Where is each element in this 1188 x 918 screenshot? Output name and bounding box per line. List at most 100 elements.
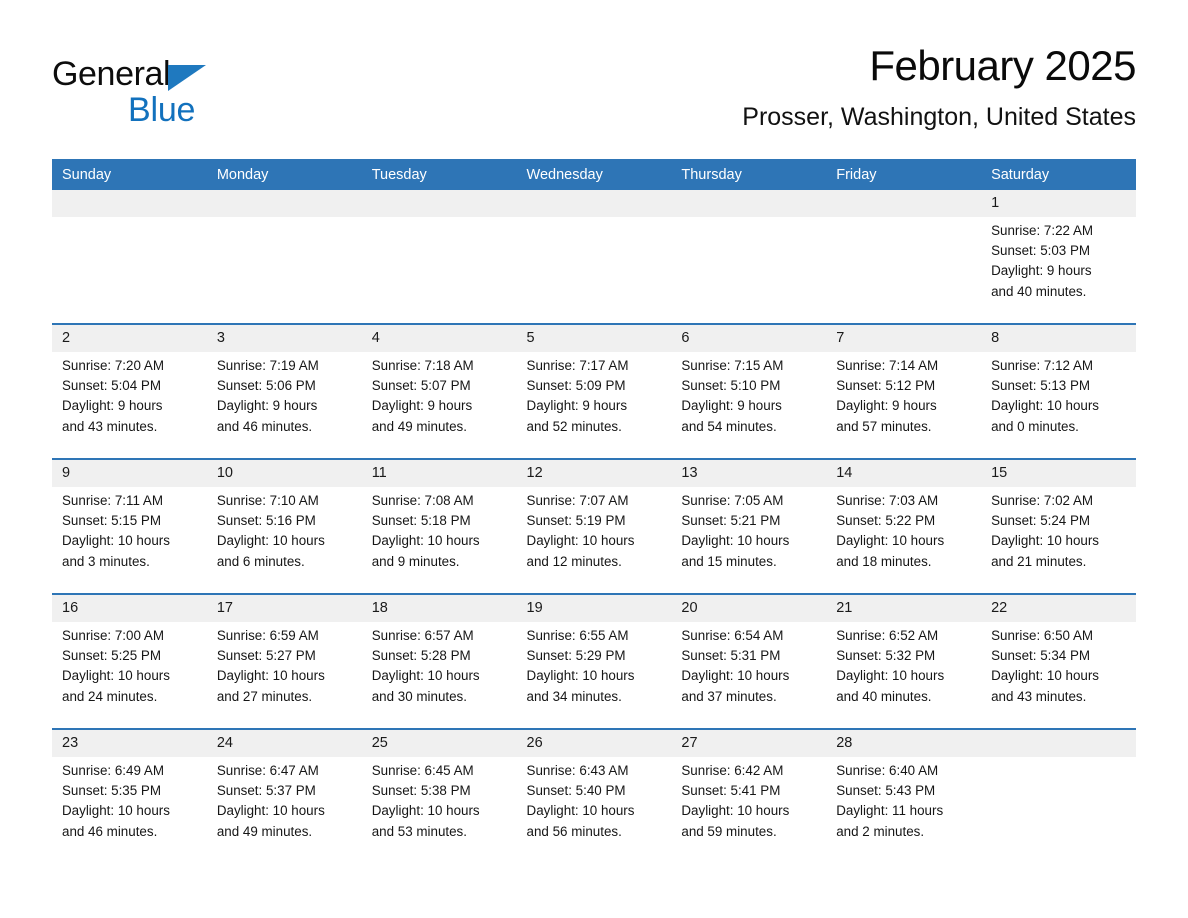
sunrise-text: Sunrise: 6:57 AM [371,628,474,643]
sunset-text: Sunset: 5:06 PM [216,378,316,394]
calendar-day-cell[interactable]: 3 Sunrise: 7:19 AM Sunset: 5:06 PM Daylight… [206,323,362,459]
day-number: 16 [52,595,207,622]
sunset-text: Sunset: 5:40 PM [526,783,626,799]
sunset-text: Sunset: 5:38 PM [371,783,471,799]
calendar-day-cell[interactable]: 6 Sunrise: 7:15 AM Sunset: 5:10 PM Daylight… [671,323,827,459]
calendar-day-cell[interactable]: 16 Sunrise: 7:00 AM Sunset: 5:25 PM Dayligh… [52,593,207,729]
daylight-text-line1: Daylight: 9 hours [836,398,937,414]
sunset-text: Sunset: 5:16 PM [216,513,316,529]
daylight-text-line1: Daylight: 10 hours [371,668,480,684]
calendar-day-cell[interactable]: 15 Sunrise: 7:02 AM Sunset: 5:24 PM Dayligh… [981,458,1136,594]
day-details: Sunrise: 7:20 AM Sunset: 5:04 PM Daylight:… [52,352,207,437]
calendar-day-cell[interactable]: 26 Sunrise: 6:43 AM Sunset: 5:40 PM Dayligh… [516,728,672,863]
daylight-text-line1: Daylight: 10 hours [216,668,325,684]
calendar-day-cell[interactable]: 14 Sunrise: 7:03 AM Sunset: 5:22 PM Dayligh… [826,458,982,594]
calendar-day-cell[interactable]: 21 Sunrise: 6:52 AM Sunset: 5:32 PM Dayligh… [826,593,982,729]
calendar-week-row: 9 Sunrise: 7:11 AM Sunset: 5:15 PM Daylight… [52,458,1136,594]
day-number [206,190,362,217]
daylight-text-line2: and 43 minutes. [62,418,158,434]
day-number: 8 [981,325,1136,352]
calendar-day-cell[interactable]: 24 Sunrise: 6:47 AM Sunset: 5:37 PM Dayligh… [206,728,362,863]
sunset-text: Sunset: 5:37 PM [216,783,316,799]
calendar-day-cell[interactable]: 4 Sunrise: 7:18 AM Sunset: 5:07 PM Daylight… [361,323,517,459]
sunset-text: Sunset: 5:35 PM [62,783,161,799]
day-details: Sunrise: 7:00 AM Sunset: 5:25 PM Daylight:… [52,622,207,707]
day-number: 12 [516,460,672,487]
day-details: Sunrise: 6:45 AM Sunset: 5:38 PM Daylight:… [362,757,517,842]
sunrise-text: Sunrise: 6:55 AM [526,628,629,643]
calendar-day-cell[interactable]: 2 Sunrise: 7:20 AM Sunset: 5:04 PM Daylight… [52,323,207,459]
daylight-text-line2: and 12 minutes. [526,553,622,569]
day-number: 21 [826,595,982,622]
daylight-text-line2: and 34 minutes. [526,688,622,704]
daylight-text-line2: and 43 minutes. [991,688,1087,704]
day-cell-inner: 9 Sunrise: 7:11 AM Sunset: 5:15 PM Daylight… [52,460,207,593]
day-number [361,190,517,217]
calendar-day-cell[interactable]: 12 Sunrise: 7:07 AM Sunset: 5:19 PM Dayligh… [516,458,672,594]
sunset-text: Sunset: 5:28 PM [371,648,471,664]
daylight-text-line1: Daylight: 10 hours [991,668,1099,684]
daylight-text-line2: and 56 minutes. [526,823,622,839]
daylight-text-line1: Daylight: 10 hours [371,533,480,549]
day-details: Sunrise: 6:50 AM Sunset: 5:34 PM Daylight:… [981,622,1136,707]
calendar-day-cell[interactable]: 7 Sunrise: 7:14 AM Sunset: 5:12 PM Daylight… [826,323,982,459]
day-cell-inner: 28 Sunrise: 6:40 AM Sunset: 5:43 PM Dayligh… [826,730,982,863]
calendar-day-cell[interactable]: 1 Sunrise: 7:22 AM Sunset: 5:03 PM Daylight… [981,190,1136,324]
day-cell-inner: 5 Sunrise: 7:17 AM Sunset: 5:09 PM Daylight… [516,325,672,458]
calendar-day-cell[interactable]: 28 Sunrise: 6:40 AM Sunset: 5:43 PM Dayligh… [826,728,982,863]
calendar-day-cell[interactable]: 17 Sunrise: 6:59 AM Sunset: 5:27 PM Dayligh… [206,593,362,729]
sunset-text: Sunset: 5:12 PM [836,378,936,394]
calendar-day-cell[interactable]: 13 Sunrise: 7:05 AM Sunset: 5:21 PM Dayligh… [671,458,827,594]
day-details: Sunrise: 7:11 AM Sunset: 5:15 PM Daylight:… [52,487,207,572]
sunrise-text: Sunrise: 7:14 AM [836,358,939,373]
sunrise-text: Sunrise: 7:17 AM [526,358,629,373]
sunset-text: Sunset: 5:03 PM [991,243,1091,259]
day-number: 5 [516,325,672,352]
daylight-text-line1: Daylight: 10 hours [991,533,1099,549]
daylight-text-line2: and 3 minutes. [62,553,150,569]
day-details: Sunrise: 6:55 AM Sunset: 5:29 PM Daylight:… [517,622,672,707]
calendar-day-cell[interactable]: 9 Sunrise: 7:11 AM Sunset: 5:15 PM Daylight… [52,458,207,594]
sunrise-text: Sunrise: 7:18 AM [371,358,474,373]
calendar-day-cell-empty [826,190,982,324]
daylight-text-line2: and 46 minutes. [216,418,313,434]
day-details: Sunrise: 7:22 AM Sunset: 5:03 PM Daylight:… [981,217,1136,302]
calendar-day-cell[interactable]: 25 Sunrise: 6:45 AM Sunset: 5:38 PM Dayligh… [361,728,517,863]
daylight-text-line1: Daylight: 10 hours [526,803,635,819]
daylight-text-line1: Daylight: 10 hours [371,803,480,819]
calendar-day-cell[interactable]: 5 Sunrise: 7:17 AM Sunset: 5:09 PM Daylight… [516,323,672,459]
sunset-text: Sunset: 5:32 PM [836,648,936,664]
calendar-day-cell[interactable]: 27 Sunrise: 6:42 AM Sunset: 5:41 PM Dayligh… [671,728,827,863]
calendar-day-cell[interactable]: 8 Sunrise: 7:12 AM Sunset: 5:13 PM Daylight… [981,323,1136,459]
calendar-day-cell[interactable]: 20 Sunrise: 6:54 AM Sunset: 5:31 PM Dayligh… [671,593,827,729]
daylight-text-line2: and 30 minutes. [371,688,467,704]
day-number: 10 [206,460,362,487]
day-cell-inner: 24 Sunrise: 6:47 AM Sunset: 5:37 PM Dayligh… [206,730,362,863]
calendar-day-cell[interactable]: 22 Sunrise: 6:50 AM Sunset: 5:34 PM Dayligh… [981,593,1136,729]
page-title: February 2025 [869,42,1136,89]
calendar-day-cell[interactable]: 18 Sunrise: 6:57 AM Sunset: 5:28 PM Dayligh… [361,593,517,729]
day-number: 3 [206,325,362,352]
calendar-day-cell-empty [361,190,517,324]
day-cell-inner: 8 Sunrise: 7:12 AM Sunset: 5:13 PM Daylight… [981,325,1136,458]
sunrise-text: Sunrise: 7:05 AM [681,493,784,508]
sunrise-text: Sunrise: 7:11 AM [62,493,163,508]
day-cell-inner [52,190,207,323]
calendar-day-cell[interactable]: 10 Sunrise: 7:10 AM Sunset: 5:16 PM Dayligh… [206,458,362,594]
day-cell-inner: 22 Sunrise: 6:50 AM Sunset: 5:34 PM Dayligh… [981,595,1136,728]
weekday-header-wednesday: Wednesday [516,159,672,190]
calendar-day-cell[interactable]: 23 Sunrise: 6:49 AM Sunset: 5:35 PM Dayligh… [52,728,207,863]
day-cell-inner [826,190,982,323]
sunrise-text: Sunrise: 7:22 AM [991,223,1094,238]
day-cell-inner: 16 Sunrise: 7:00 AM Sunset: 5:25 PM Dayligh… [52,595,207,728]
weekday-header-sunday: Sunday [52,159,207,190]
sunrise-text: Sunrise: 7:02 AM [991,493,1094,508]
calendar-day-cell[interactable]: 11 Sunrise: 7:08 AM Sunset: 5:18 PM Dayligh… [361,458,517,594]
daylight-text-line1: Daylight: 10 hours [681,668,790,684]
calendar-day-cell[interactable]: 19 Sunrise: 6:55 AM Sunset: 5:29 PM Dayligh… [516,593,672,729]
calendar-day-cell-empty [52,190,207,324]
daylight-text-line2: and 24 minutes. [62,688,158,704]
generalblue-logo[interactable]: General Blue [52,54,372,144]
daylight-text-line1: Daylight: 11 hours [836,803,944,819]
daylight-text-line2: and 21 minutes. [991,553,1087,569]
